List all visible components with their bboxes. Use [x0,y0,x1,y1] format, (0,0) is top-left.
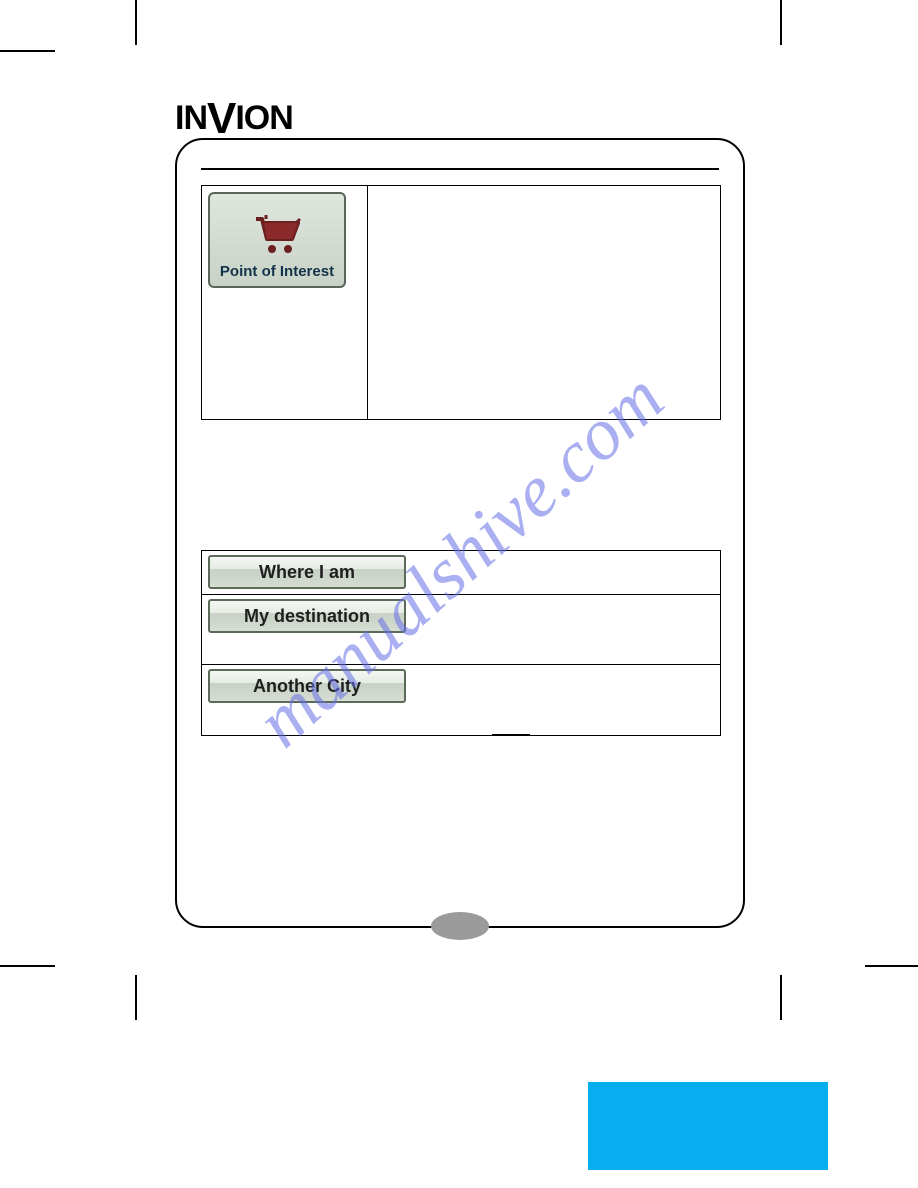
divider-line [201,168,719,170]
button-label: Where I am [259,562,355,583]
poi-button[interactable]: Point of Interest [208,192,346,288]
shopping-cart-icon [252,215,302,257]
manual-page-frame: Point of Interest Where I am My destinat… [175,138,745,928]
my-destination-button[interactable]: My destination [208,599,406,633]
page-indicator-pill [431,912,489,940]
blue-accent-block [588,1082,828,1170]
crop-mark [135,975,137,1020]
table-row: My destination [202,595,720,665]
poi-button-label: Point of Interest [220,263,334,280]
underline-mark [492,734,530,736]
button-label: My destination [244,606,370,627]
column-divider [367,186,368,419]
crop-mark [0,50,55,52]
poi-table: Point of Interest [201,185,721,420]
where-i-am-button[interactable]: Where I am [208,555,406,589]
button-label: Another City [253,676,361,697]
crop-mark [0,965,55,967]
location-table: Where I am My destination Another City [201,550,721,736]
table-row: Where I am [202,551,720,595]
table-row: Another City [202,665,720,735]
brand-logo: INVION [175,90,293,140]
another-city-button[interactable]: Another City [208,669,406,703]
crop-mark [780,0,782,45]
crop-mark [780,975,782,1020]
crop-mark [865,965,918,967]
crop-mark [135,0,137,45]
